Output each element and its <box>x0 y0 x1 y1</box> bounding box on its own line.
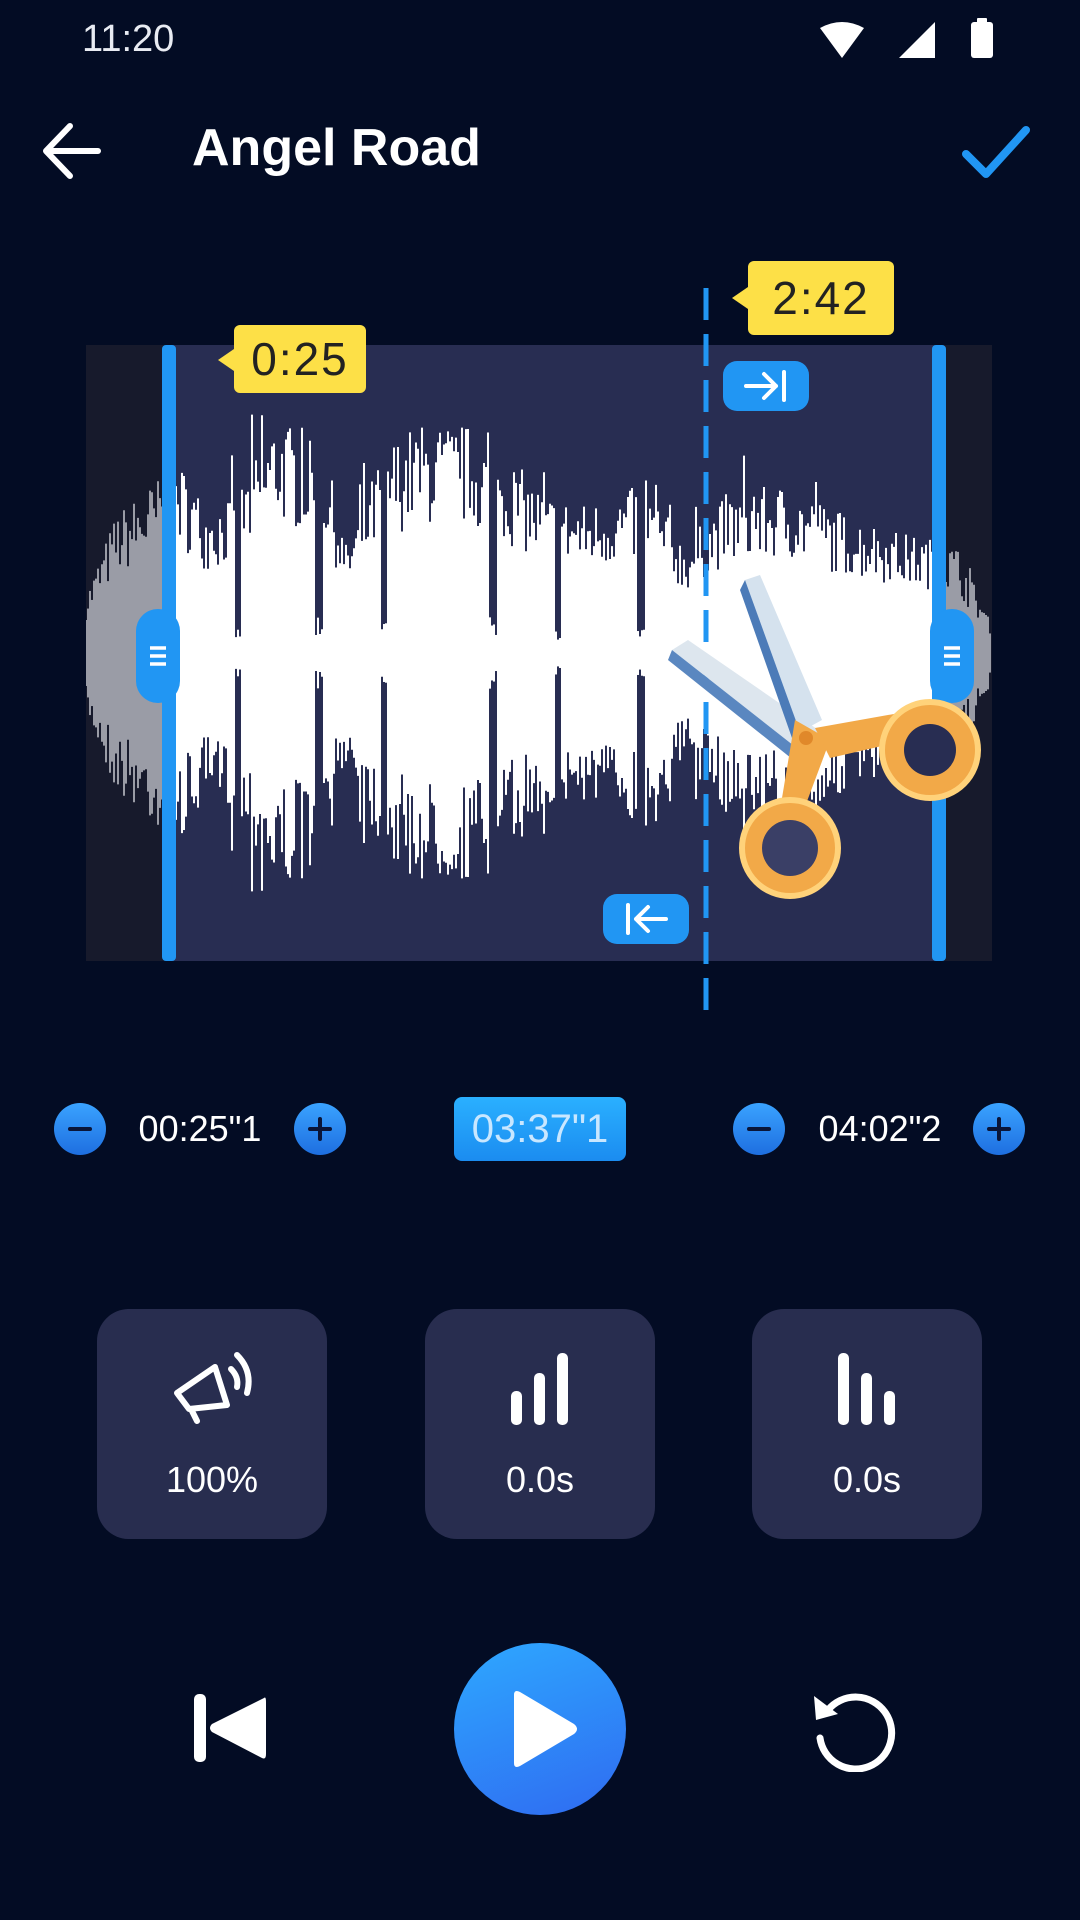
start-increase-button[interactable] <box>294 1103 346 1155</box>
fade-in-icon <box>511 1353 568 1425</box>
minus-icon <box>747 1127 771 1131</box>
status-icons <box>802 18 1002 62</box>
fade-in-label: 0.0s <box>505 1459 575 1500</box>
play-button[interactable] <box>454 1643 626 1815</box>
set-end-button[interactable] <box>723 361 809 411</box>
end-decrease-button[interactable] <box>733 1103 785 1155</box>
page-title: Angel Road <box>192 119 481 177</box>
skip-previous-icon <box>194 1694 266 1762</box>
confirm-button[interactable] <box>960 120 1032 184</box>
reset-button[interactable] <box>806 1684 898 1773</box>
play-icon <box>514 1691 577 1767</box>
playhead-marker-label: 2:42 <box>748 261 894 335</box>
battery-icon <box>971 18 993 58</box>
start-time-value: 00:25"1 <box>138 1108 262 1149</box>
scissors-icon[interactable] <box>660 570 990 910</box>
cell-signal-icon <box>899 22 935 58</box>
fade-out-icon <box>838 1353 895 1425</box>
end-increase-button[interactable] <box>973 1103 1025 1155</box>
grip-icon <box>150 646 166 666</box>
previous-button[interactable] <box>188 1688 272 1768</box>
volume-icon <box>174 1352 252 1424</box>
plus-icon <box>308 1117 332 1141</box>
reset-icon <box>814 1693 896 1773</box>
start-decrease-button[interactable] <box>54 1103 106 1155</box>
back-arrow-icon <box>43 123 101 179</box>
end-time-value: 04:02"2 <box>818 1108 942 1149</box>
wifi-icon <box>820 22 864 58</box>
fade-out-card[interactable]: 0.0s <box>752 1309 982 1539</box>
playhead-marker-pointer <box>732 287 748 309</box>
check-icon <box>962 126 1030 178</box>
start-marker-pointer <box>218 349 234 371</box>
minus-icon <box>68 1127 92 1131</box>
volume-card[interactable]: 100% <box>97 1309 327 1539</box>
volume-label: 100% <box>165 1459 259 1500</box>
duration-value: 03:37"1 <box>454 1097 626 1161</box>
back-button[interactable] <box>38 118 108 184</box>
trim-handle-left[interactable] <box>136 609 180 703</box>
fade-out-label: 0.0s <box>832 1459 902 1500</box>
jump-to-end-icon <box>744 370 786 402</box>
fade-in-card[interactable]: 0.0s <box>425 1309 655 1539</box>
status-time: 11:20 <box>82 18 175 60</box>
start-marker-label: 0:25 <box>234 325 366 393</box>
plus-icon <box>987 1117 1011 1141</box>
